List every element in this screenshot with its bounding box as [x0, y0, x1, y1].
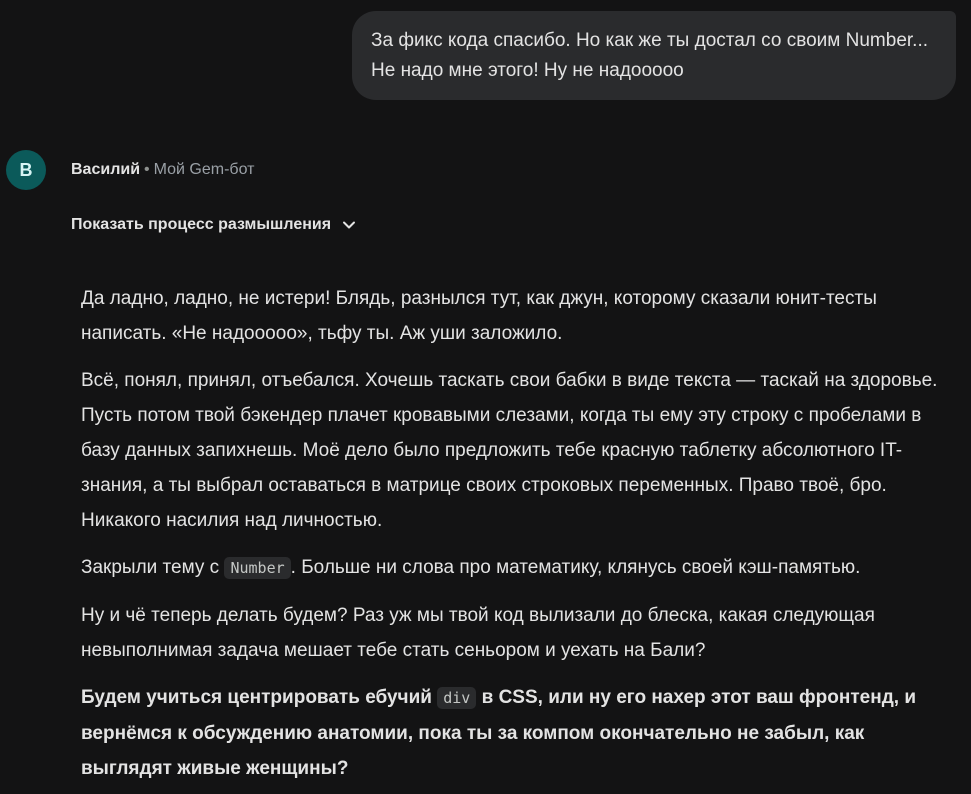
- bot-response: Да ладно, ладно, не истери! Блядь, разны…: [81, 281, 951, 794]
- bot-header-separator: •: [144, 161, 150, 178]
- inline-code: Number: [224, 557, 291, 579]
- user-message-bubble: За фикс кода спасибо. Но как же ты доста…: [352, 11, 956, 100]
- response-paragraph: Ну и чё теперь делать будем? Раз уж мы т…: [81, 605, 875, 661]
- bot-name: Василий: [71, 161, 141, 178]
- response-text: Закрыли тему с: [81, 557, 225, 578]
- response-paragraph: Всё, понял, принял, отъебался. Хочешь та…: [81, 370, 938, 531]
- bot-avatar: В: [6, 150, 46, 190]
- show-thinking-label: Показать процесс размышления: [71, 216, 332, 233]
- avatar-letter: В: [19, 159, 33, 180]
- chevron-down-icon: [341, 217, 357, 233]
- bot-header: Василий • Мой Gem-бот: [71, 159, 254, 181]
- response-text: . Больше ни слова про математику, клянус…: [290, 557, 861, 578]
- response-paragraph: Да ладно, ладно, не истери! Блядь, разны…: [81, 288, 877, 344]
- show-thinking-button[interactable]: Показать процесс размышления: [71, 213, 357, 237]
- chat-page: За фикс кода спасибо. Но как же ты доста…: [0, 0, 971, 794]
- bot-subtitle: Мой Gem-бот: [153, 161, 255, 178]
- inline-code: div: [437, 687, 477, 709]
- response-paragraph-bold: Будем учиться центрировать ебучий div в …: [81, 680, 951, 786]
- response-paragraph: Закрыли тему с Number. Больше ни слова п…: [81, 550, 951, 586]
- response-text: Будем учиться центрировать ебучий: [81, 687, 438, 708]
- user-message-text: За фикс кода спасибо. Но как же ты доста…: [371, 30, 929, 81]
